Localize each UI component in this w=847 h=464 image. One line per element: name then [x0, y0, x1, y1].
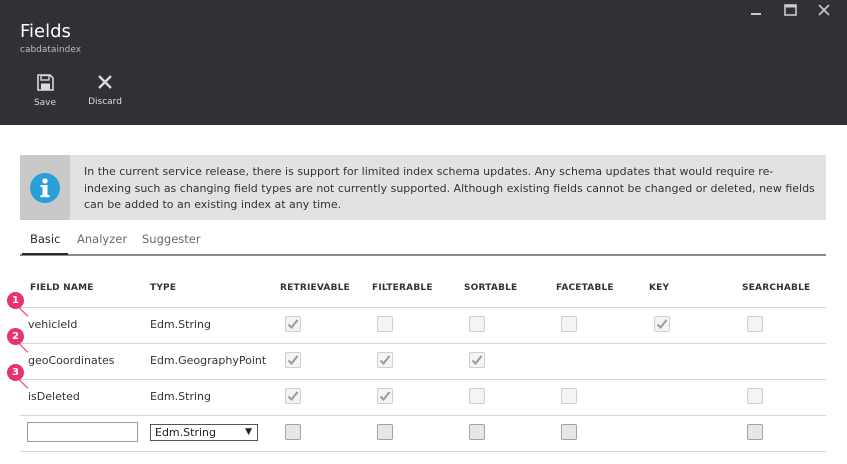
new-field-searchable-checkbox[interactable] — [747, 424, 763, 440]
field-type-geocoordinates: Edm.GeographyPoint — [150, 354, 267, 367]
blade-header: Fields cabdataindex Save Discard — [0, 0, 847, 125]
discard-label: Discard — [88, 97, 122, 107]
tab-analyzer[interactable]: Analyzer — [77, 232, 127, 246]
column-header-searchable: SEARCHABLE — [742, 283, 811, 293]
type-select-value: Edm.String — [155, 426, 216, 439]
chevron-down-icon: ▼ — [245, 427, 252, 437]
retrievable-checkbox[interactable] — [285, 352, 301, 368]
field-type-isdeleted: Edm.String — [150, 390, 211, 403]
info-banner: In the current service release, there is… — [20, 155, 826, 220]
filterable-checkbox[interactable] — [377, 352, 393, 368]
save-icon — [36, 74, 54, 91]
maximize-button[interactable] — [773, 1, 807, 19]
row-divider — [20, 343, 826, 344]
window-controls — [739, 1, 841, 19]
new-field-sortable-checkbox[interactable] — [469, 424, 485, 440]
sortable-checkbox[interactable] — [469, 388, 485, 404]
callout-badge-1: 1 — [7, 292, 24, 309]
close-button[interactable] — [807, 1, 841, 19]
minimize-button[interactable] — [739, 1, 773, 19]
sortable-checkbox[interactable] — [469, 352, 485, 368]
field-name-isdeleted: isDeleted — [28, 390, 80, 403]
searchable-checkbox[interactable] — [747, 388, 763, 404]
discard-icon — [98, 75, 112, 89]
save-button[interactable]: Save — [21, 74, 69, 108]
facetable-checkbox[interactable] — [561, 388, 577, 404]
new-field-filterable-checkbox[interactable] — [377, 424, 393, 440]
info-icon — [30, 172, 60, 203]
discard-button[interactable]: Discard — [81, 74, 129, 107]
column-header-key: KEY — [649, 283, 670, 293]
searchable-checkbox[interactable] — [747, 316, 763, 332]
column-header-sortable: SORTABLE — [464, 283, 518, 293]
save-label: Save — [33, 98, 57, 108]
field-name-vehicleid: vehicleId — [28, 318, 78, 331]
field-type-vehicleid: Edm.String — [150, 318, 211, 331]
blade-title: Fields — [20, 21, 71, 42]
new-field-retrievable-checkbox[interactable] — [285, 424, 301, 440]
column-header-filterable: FILTERABLE — [372, 283, 433, 293]
retrievable-checkbox[interactable] — [285, 388, 301, 404]
maximize-icon — [783, 4, 797, 16]
minimize-icon — [751, 13, 761, 15]
new-field-type-select[interactable]: Edm.String ▼ — [150, 424, 258, 441]
row-divider — [20, 415, 826, 416]
tab-bar: Basic Analyzer Suggester — [20, 229, 826, 256]
column-header-type: TYPE — [150, 283, 177, 293]
tab-basic[interactable]: Basic — [21, 232, 70, 255]
filterable-checkbox[interactable] — [377, 388, 393, 404]
callout-badge-3: 3 — [7, 364, 24, 381]
new-field-name-input[interactable] — [27, 422, 138, 442]
blade-subtitle: cabdataindex — [20, 45, 82, 55]
column-header-retrievable: RETRIEVABLE — [280, 283, 350, 293]
column-header-field-name: FIELD NAME — [30, 283, 94, 293]
callout-badge-2: 2 — [7, 328, 24, 345]
key-checkbox[interactable] — [654, 316, 670, 332]
tab-suggester[interactable]: Suggester — [142, 232, 201, 246]
facetable-checkbox[interactable] — [561, 316, 577, 332]
sortable-checkbox[interactable] — [469, 316, 485, 332]
close-icon — [818, 4, 830, 16]
field-name-geocoordinates: geoCoordinates — [28, 354, 115, 367]
new-field-facetable-checkbox[interactable] — [561, 424, 577, 440]
filterable-checkbox[interactable] — [377, 316, 393, 332]
row-divider — [20, 451, 826, 452]
row-divider — [20, 379, 826, 380]
column-header-facetable: FACETABLE — [556, 283, 614, 293]
row-divider — [20, 307, 826, 308]
info-icon-box — [20, 155, 70, 220]
retrievable-checkbox[interactable] — [285, 316, 301, 332]
info-message: In the current service release, there is… — [84, 165, 815, 211]
